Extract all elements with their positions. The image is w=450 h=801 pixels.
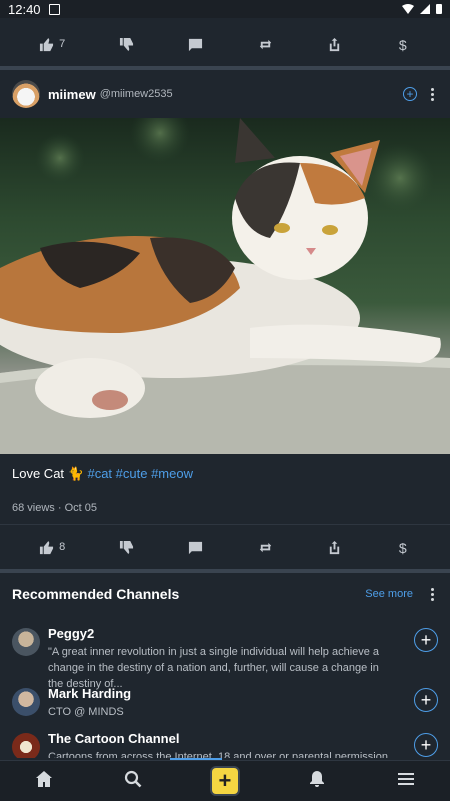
comment-button[interactable] [188, 540, 203, 555]
comment-icon [189, 541, 203, 554]
svg-text:$: $ [399, 37, 407, 52]
subscribe-button[interactable]: + [414, 628, 438, 652]
subscribe-button[interactable]: + [414, 733, 438, 757]
dollar-icon: $ [399, 540, 407, 555]
post-handle: @miimew2535 [99, 88, 173, 100]
like-count: 7 [59, 38, 66, 50]
avatar[interactable] [12, 688, 40, 716]
clock: 12:40 [8, 1, 41, 17]
nav-search[interactable] [124, 770, 142, 793]
nav-menu[interactable] [397, 770, 415, 793]
subscribe-icon[interactable]: + [403, 87, 417, 101]
share-button[interactable] [327, 540, 342, 555]
nav-notifications[interactable] [308, 770, 326, 793]
see-more-link[interactable]: See more [365, 588, 413, 600]
more-options-icon[interactable] [427, 587, 438, 601]
home-icon [36, 770, 53, 787]
post-image[interactable] [0, 118, 450, 454]
comment-icon [189, 38, 203, 51]
channel-description: Cartoons from across the Internet. 18 an… [48, 751, 388, 758]
nav-home[interactable] [35, 770, 53, 793]
remind-button[interactable] [258, 540, 273, 555]
tip-button[interactable]: $ [396, 37, 411, 52]
channel-description: CTO @ MINDS [48, 706, 124, 718]
channel-description: "A great inner revolution in just a sing… [48, 646, 380, 690]
share-icon [329, 540, 339, 554]
like-button[interactable]: 8 [39, 540, 65, 555]
remind-button[interactable] [258, 37, 273, 52]
hashtags-link[interactable]: #cat #cute #meow [87, 466, 193, 481]
search-icon [124, 770, 141, 787]
thumbs-down-icon [120, 540, 134, 554]
recommended-title: Recommended Channels [12, 586, 180, 602]
repeat-icon [259, 542, 271, 552]
bell-icon [310, 770, 325, 787]
thumbs-down-icon [120, 37, 134, 51]
post-action-bar: 8 $ [0, 525, 450, 569]
caption-text: Love Cat 🐈 [12, 466, 84, 481]
thumbs-up-icon [40, 540, 54, 554]
previous-post-action-bar: 7 $ [0, 22, 450, 66]
share-button[interactable] [327, 37, 342, 52]
subscribe-button[interactable]: + [414, 688, 438, 712]
channel-name[interactable]: Mark Harding [48, 686, 396, 701]
channel-item[interactable]: The Cartoon Channel Cartoons from across… [12, 731, 438, 758]
notification-icon [48, 3, 60, 15]
status-bar: 12:40 [0, 0, 450, 18]
avatar[interactable] [12, 80, 40, 108]
dollar-icon: $ [399, 37, 407, 52]
tip-button[interactable]: $ [396, 540, 411, 555]
repeat-icon [259, 39, 271, 49]
nav-compose[interactable]: + [211, 768, 238, 794]
dislike-button[interactable] [119, 540, 134, 555]
divider [0, 569, 450, 573]
recommended-header: Recommended Channels See more [12, 586, 438, 602]
more-options-icon[interactable] [427, 87, 438, 101]
channel-item[interactable]: Mark Harding CTO @ MINDS + [12, 686, 438, 720]
channel-name[interactable]: The Cartoon Channel [48, 731, 396, 746]
dislike-button[interactable] [119, 37, 134, 52]
post-header: miimew @miimew2535 + [0, 70, 450, 118]
like-count: 8 [59, 541, 66, 553]
comment-button[interactable] [188, 37, 203, 52]
compose-icon: + [211, 768, 238, 794]
wifi-icon [402, 2, 414, 17]
post-username[interactable]: miimew [48, 87, 96, 102]
avatar[interactable] [12, 628, 40, 656]
hamburger-menu-icon [397, 772, 414, 785]
svg-text:$: $ [399, 540, 407, 555]
avatar[interactable] [12, 733, 40, 758]
battery-icon [436, 4, 442, 14]
share-icon [329, 37, 339, 51]
post-caption: Love Cat 🐈 #cat #cute #meow [12, 466, 193, 482]
bottom-nav: + [0, 760, 450, 801]
signal-icon [420, 2, 430, 17]
thumbs-up-icon [40, 37, 54, 51]
like-button[interactable]: 7 [39, 37, 65, 52]
channel-name[interactable]: Peggy2 [48, 626, 396, 641]
post-meta: 68 views · Oct 05 [12, 502, 97, 514]
channel-item[interactable]: Peggy2 "A great inner revolution in just… [12, 626, 438, 692]
